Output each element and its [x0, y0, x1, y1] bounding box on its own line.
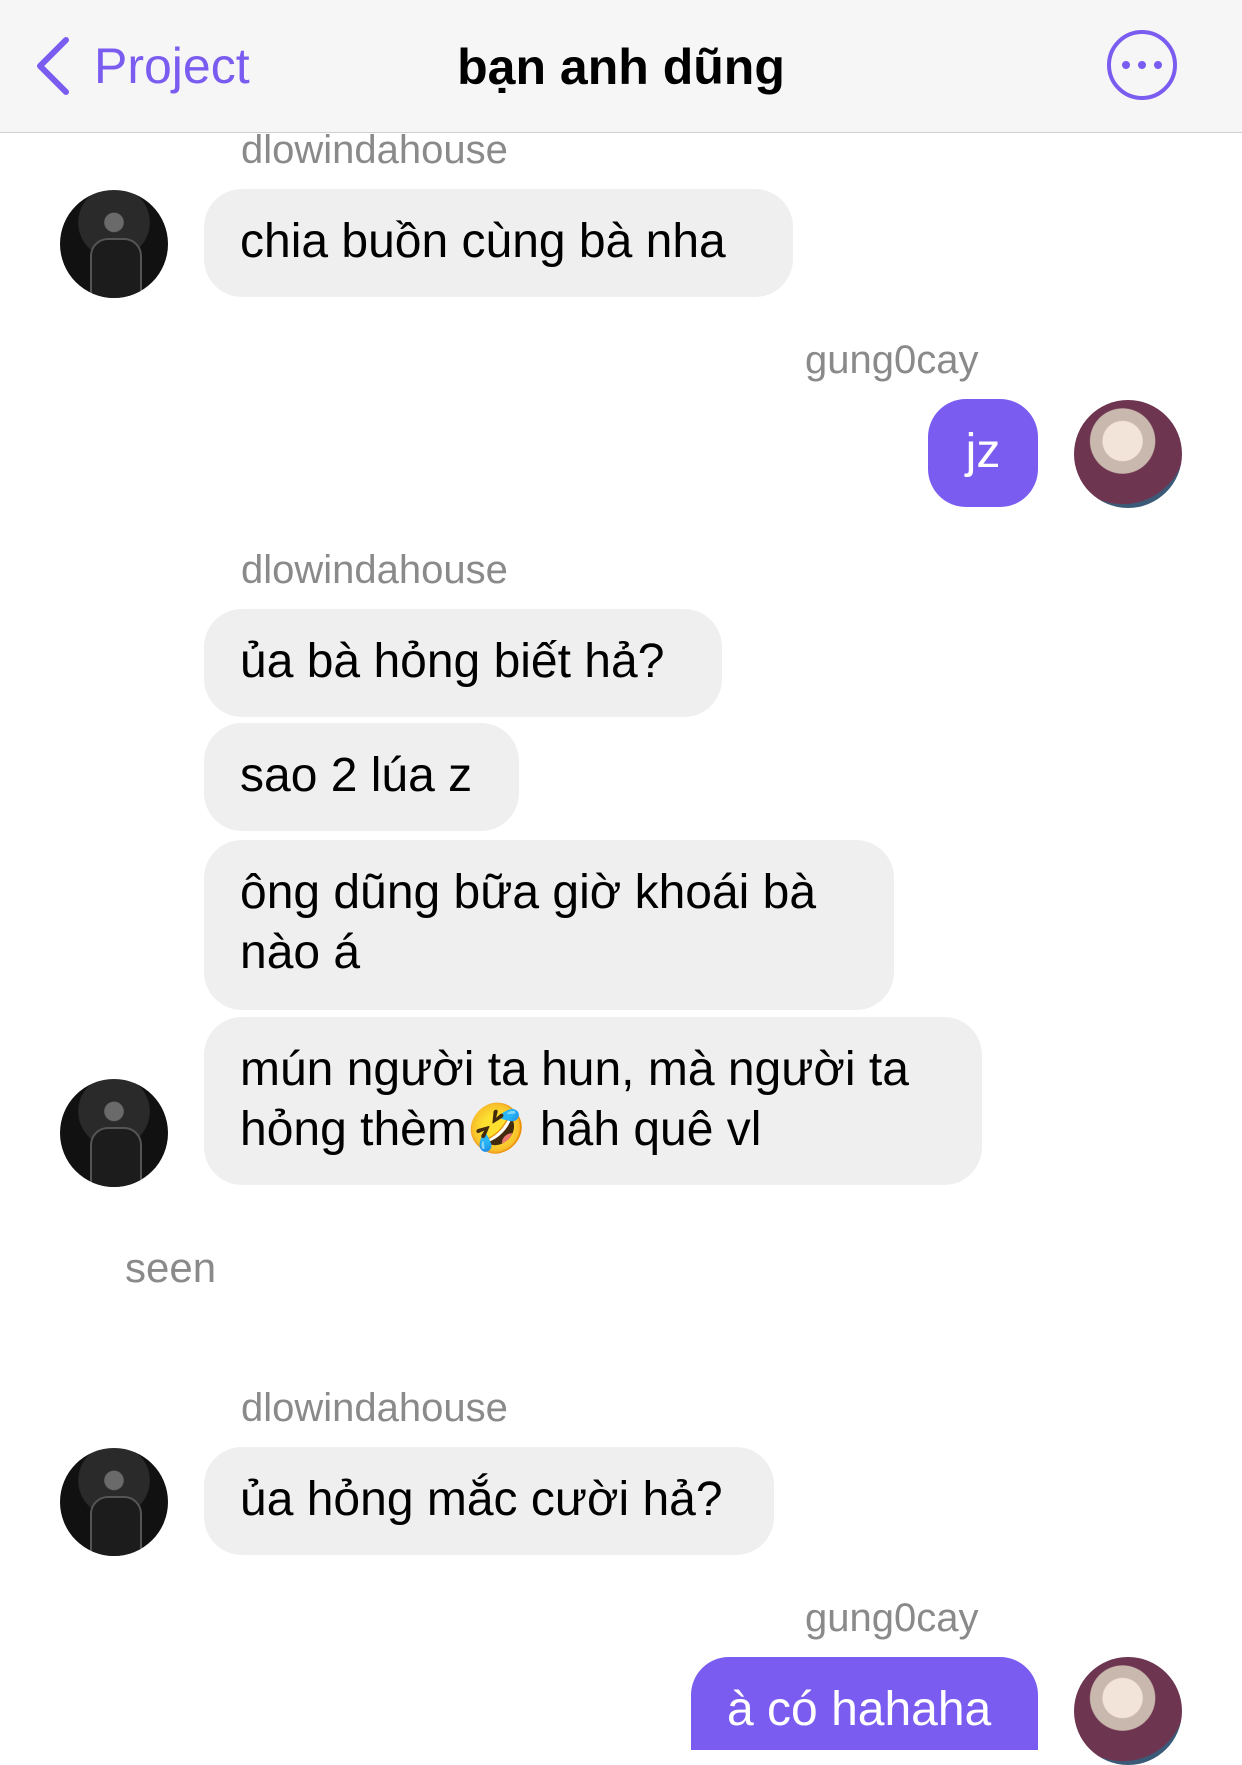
message-bubble[interactable]: chia buồn cùng bà nha: [204, 189, 793, 297]
message-bubble[interactable]: à có hahaha: [691, 1657, 1038, 1750]
chat-title: bạn anh dũng: [457, 39, 785, 95]
sender-name: gung0cay: [805, 1596, 979, 1640]
seen-status: seen: [125, 1244, 217, 1291]
chat-header: Project bạn anh dũng: [0, 0, 1242, 133]
avatar[interactable]: [1074, 1657, 1182, 1765]
sender-name: dlowindahouse: [241, 128, 508, 172]
sender-name: dlowindahouse: [241, 548, 508, 592]
message-bubble[interactable]: mún người ta hun, mà người ta hỏng thèm🤣…: [204, 1017, 982, 1185]
more-options-icon[interactable]: [1107, 30, 1177, 100]
message-bubble[interactable]: jz: [928, 399, 1038, 507]
avatar[interactable]: [60, 1079, 168, 1187]
message-bubble[interactable]: ông dũng bữa giờ khoái bà nào á: [204, 840, 894, 1010]
message-bubble[interactable]: ủa hỏng mắc cười hả?: [204, 1447, 774, 1555]
sender-name: gung0cay: [805, 338, 979, 382]
avatar[interactable]: [60, 1448, 168, 1556]
avatar[interactable]: [1074, 400, 1182, 508]
avatar[interactable]: [60, 190, 168, 298]
sender-name: dlowindahouse: [241, 1386, 508, 1430]
message-bubble[interactable]: ủa bà hỏng biết hả?: [204, 609, 722, 717]
message-bubble[interactable]: sao 2 lúa z: [204, 723, 519, 831]
